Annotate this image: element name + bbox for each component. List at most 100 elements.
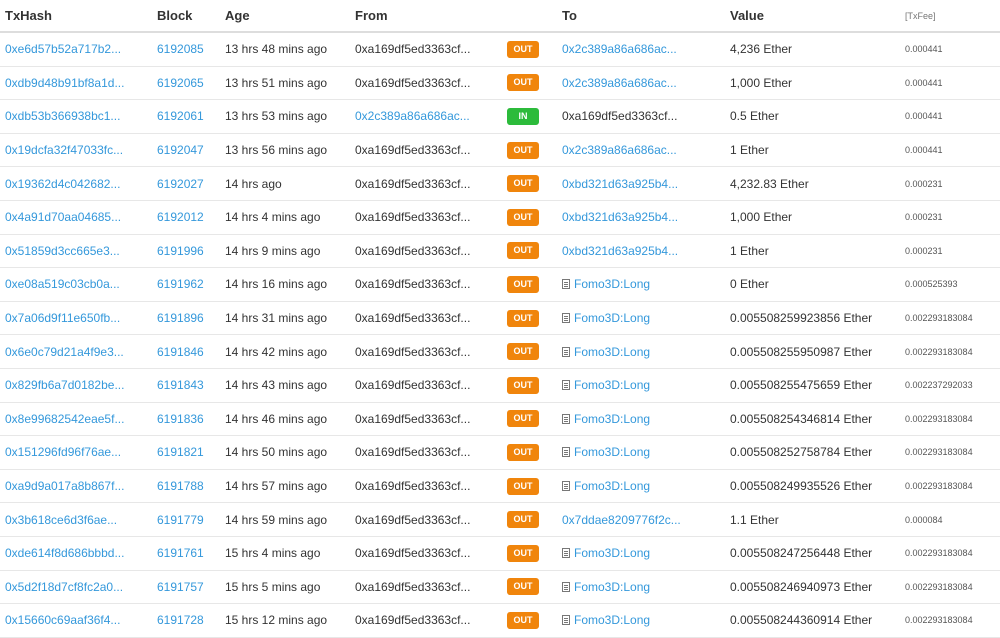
txhash-link[interactable]: 0x6e0c79d21a4f9e3... xyxy=(5,345,124,359)
txhash-link[interactable]: 0x4a91d70aa04685... xyxy=(5,210,121,224)
block-link[interactable]: 6191843 xyxy=(157,378,204,392)
block-link[interactable]: 6192047 xyxy=(157,143,204,157)
column-header-txfee[interactable]: [TxFee] xyxy=(900,0,1000,33)
tx-age: 14 hrs 46 mins ago xyxy=(225,411,328,426)
tx-fee: 0.002293183084 xyxy=(905,615,973,626)
tx-age: 15 hrs 12 mins ago xyxy=(225,613,328,628)
to-address[interactable]: 0xbd321d63a925b4... xyxy=(562,244,678,258)
tx-age: 14 hrs 42 mins ago xyxy=(225,344,328,359)
tx-fee: 0.002237292033 xyxy=(905,380,973,391)
tx-fee: 0.000084 xyxy=(905,514,943,525)
to-address[interactable]: Fomo3D:Long xyxy=(574,479,650,493)
block-link[interactable]: 6192085 xyxy=(157,42,204,56)
tx-age: 15 hrs 5 mins ago xyxy=(225,579,321,594)
to-address[interactable]: Fomo3D:Long xyxy=(574,445,650,459)
tx-fee: 0.002293183084 xyxy=(905,447,973,458)
from-address: 0xa169df5ed3363cf... xyxy=(355,378,471,393)
contract-file-icon xyxy=(562,581,570,592)
txhash-link[interactable]: 0xde614f8d686bbbd... xyxy=(5,546,124,560)
block-link[interactable]: 6191728 xyxy=(157,613,204,627)
tx-value: 1,000 Ether xyxy=(730,210,793,225)
tx-age: 14 hrs ago xyxy=(225,176,282,191)
to-address[interactable]: Fomo3D:Long xyxy=(574,345,650,359)
block-link[interactable]: 6191846 xyxy=(157,345,204,359)
txhash-link[interactable]: 0xe6d57b52a717b2... xyxy=(5,42,121,56)
tx-value: 4,232.83 Ether xyxy=(730,176,809,191)
from-address: 0xa169df5ed3363cf... xyxy=(355,579,471,594)
to-address[interactable]: 0x2c389a86a686ac... xyxy=(562,143,677,157)
block-link[interactable]: 6191779 xyxy=(157,513,204,527)
block-link[interactable]: 6192065 xyxy=(157,76,204,90)
tx-value: 0.005508246940973 Ether xyxy=(730,579,873,594)
from-address: 0xa169df5ed3363cf... xyxy=(355,42,471,57)
table-row: 0x6e0c79d21a4f9e3... 6191846 14 hrs 42 min… xyxy=(0,334,1000,369)
txhash-link[interactable]: 0x3b618ce6d3f6ae... xyxy=(5,513,117,527)
txhash-link[interactable]: 0xa9d9a017a8b867f... xyxy=(5,479,124,493)
txhash-link[interactable]: 0x7a06d9f11e650fb... xyxy=(5,311,120,325)
tx-age: 14 hrs 43 mins ago xyxy=(225,378,328,393)
to-address[interactable]: 0xbd321d63a925b4... xyxy=(562,210,678,224)
txhash-link[interactable]: 0x8e99682542eae5f... xyxy=(5,412,124,426)
tx-age: 13 hrs 51 mins ago xyxy=(225,75,328,90)
to-address[interactable]: 0x2c389a86a686ac... xyxy=(562,76,677,90)
to-address[interactable]: Fomo3D:Long xyxy=(574,546,650,560)
txhash-link[interactable]: 0xe08a519c03cb0a... xyxy=(5,277,120,291)
to-address[interactable]: 0x2c389a86a686ac... xyxy=(562,42,677,56)
direction-out-badge: OUT xyxy=(507,611,539,629)
block-link[interactable]: 6191761 xyxy=(157,546,204,560)
txhash-link[interactable]: 0x5d2f18d7cf8fc2a0... xyxy=(5,580,123,594)
direction-out-badge: OUT xyxy=(507,443,539,461)
tx-age: 14 hrs 57 mins ago xyxy=(225,479,328,494)
txhash-link[interactable]: 0x19362d4c042682... xyxy=(5,177,120,191)
txhash-link[interactable]: 0x15660c69aaf36f4... xyxy=(5,613,120,627)
tx-age: 13 hrs 53 mins ago xyxy=(225,109,328,124)
to-address[interactable]: 0x7ddae8209776f2c... xyxy=(562,513,681,527)
txhash-link[interactable]: 0x51859d3cc665e3... xyxy=(5,244,120,258)
tx-fee: 0.000441 xyxy=(905,44,943,55)
block-link[interactable]: 6191788 xyxy=(157,479,204,493)
block-link[interactable]: 6192027 xyxy=(157,177,204,191)
to-address[interactable]: Fomo3D:Long xyxy=(574,613,650,627)
tx-value: 4,236 Ether xyxy=(730,42,793,57)
tx-fee: 0.000441 xyxy=(905,145,943,156)
column-header-direction xyxy=(502,0,557,33)
tx-age: 14 hrs 59 mins ago xyxy=(225,512,328,527)
txhash-link[interactable]: 0x829fb6a7d0182be... xyxy=(5,378,124,392)
table-row: 0xdb9d48b91bf8a1d... 6192065 13 hrs 51 min… xyxy=(0,66,1000,101)
to-address[interactable]: Fomo3D:Long xyxy=(574,277,650,291)
contract-file-icon xyxy=(562,380,570,391)
to-address[interactable]: Fomo3D:Long xyxy=(574,311,650,325)
block-link[interactable]: 6191821 xyxy=(157,445,204,459)
tx-value: 1,000 Ether xyxy=(730,75,793,90)
block-link[interactable]: 6191962 xyxy=(157,277,204,291)
column-header-from: From xyxy=(350,0,502,33)
tx-fee: 0.000231 xyxy=(905,212,943,223)
txhash-link[interactable]: 0xdb53b366938bc1... xyxy=(5,109,120,123)
txhash-link[interactable]: 0x19dcfa32f47033fc... xyxy=(5,143,123,157)
block-link[interactable]: 6192012 xyxy=(157,210,204,224)
tx-value: 0.005508259923856 Ether xyxy=(730,311,873,326)
block-link[interactable]: 6191996 xyxy=(157,244,204,258)
table-row: 0x8e99682542eae5f... 6191836 14 hrs 46 min… xyxy=(0,402,1000,437)
to-address[interactable]: Fomo3D:Long xyxy=(574,580,650,594)
tx-fee: 0.000231 xyxy=(905,245,943,256)
from-address[interactable]: 0x2c389a86a686ac... xyxy=(355,109,470,123)
table-row: 0x4a91d70aa04685... 6192012 14 hrs 4 mins … xyxy=(0,200,1000,235)
direction-out-badge: OUT xyxy=(507,175,539,193)
contract-file-icon xyxy=(562,313,570,324)
block-link[interactable]: 6191896 xyxy=(157,311,204,325)
to-address[interactable]: Fomo3D:Long xyxy=(574,412,650,426)
to-address[interactable]: 0xbd321d63a925b4... xyxy=(562,177,678,191)
from-address: 0xa169df5ed3363cf... xyxy=(355,411,471,426)
from-address: 0xa169df5ed3363cf... xyxy=(355,243,471,258)
tx-value: 0.005508249935526 Ether xyxy=(730,479,873,494)
to-address[interactable]: Fomo3D:Long xyxy=(574,378,650,392)
block-link[interactable]: 6192061 xyxy=(157,109,204,123)
table-row: 0x7a06d9f11e650fb... 6191896 14 hrs 31 min… xyxy=(0,301,1000,336)
txhash-link[interactable]: 0xdb9d48b91bf8a1d... xyxy=(5,76,124,90)
block-link[interactable]: 6191757 xyxy=(157,580,204,594)
from-address: 0xa169df5ed3363cf... xyxy=(355,143,471,158)
direction-out-badge: OUT xyxy=(507,309,539,327)
txhash-link[interactable]: 0x151296fd96f76ae... xyxy=(5,445,121,459)
block-link[interactable]: 6191836 xyxy=(157,412,204,426)
